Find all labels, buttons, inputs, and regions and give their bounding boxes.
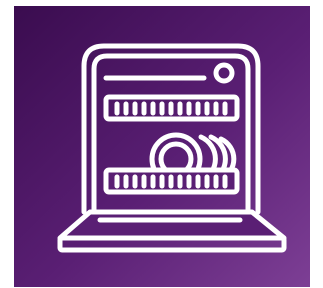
dishwasher-tile[interactable] <box>14 6 310 287</box>
icon-canvas <box>0 0 323 288</box>
dishwasher-icon <box>14 6 310 287</box>
lower-rack <box>103 167 240 195</box>
